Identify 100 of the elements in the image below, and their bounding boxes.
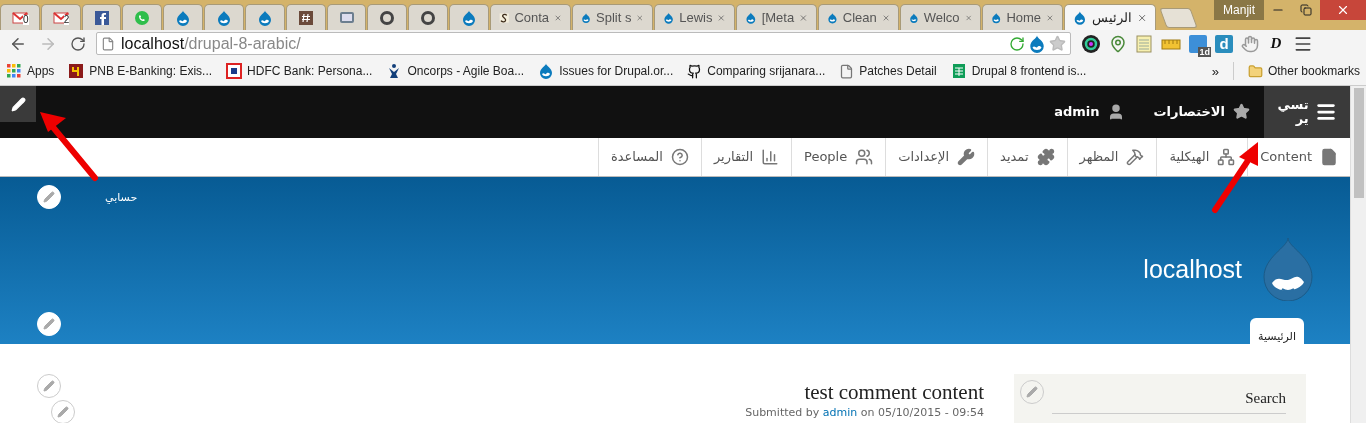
hammer-icon bbox=[1126, 147, 1145, 166]
bookmark-link[interactable]: Comparing srijanara... bbox=[687, 63, 826, 79]
browser-tab[interactable] bbox=[449, 4, 489, 30]
calendar-badge: 1d bbox=[1198, 46, 1211, 57]
tab-title: الرئيس bbox=[1091, 10, 1132, 25]
account-link[interactable]: حسابي bbox=[105, 190, 138, 204]
mail-icon bbox=[52, 9, 69, 26]
bookmark-star-icon[interactable] bbox=[1049, 35, 1066, 52]
browser-tab[interactable]: الرئيس bbox=[1063, 4, 1156, 30]
browser-tab[interactable]: Clean bbox=[817, 4, 899, 30]
tray-link[interactable]: الإعدادات bbox=[885, 137, 988, 177]
browser-tab[interactable] bbox=[81, 4, 122, 30]
manage-button[interactable]: تسي ير bbox=[1264, 86, 1350, 138]
drop-icon bbox=[256, 9, 273, 26]
tray-link[interactable]: التقارير bbox=[700, 137, 792, 177]
pencil-icon bbox=[10, 96, 26, 112]
scrollbar[interactable] bbox=[1350, 86, 1366, 423]
bookmark-link[interactable]: PNB E-Banking: Exis... bbox=[68, 63, 213, 79]
browser-tab[interactable] bbox=[326, 4, 367, 30]
wrench-icon bbox=[957, 147, 976, 166]
drop-icon bbox=[461, 9, 477, 26]
extension-button[interactable]: d bbox=[1215, 34, 1233, 53]
drop-icon bbox=[216, 9, 233, 26]
notepad-icon[interactable] bbox=[1135, 34, 1153, 53]
block-title: Search bbox=[1052, 390, 1286, 414]
browser-tab[interactable]: Conta bbox=[489, 4, 571, 30]
ring-icon bbox=[420, 9, 437, 26]
more-bookmarks-button[interactable]: » bbox=[1211, 63, 1219, 79]
pencil-icon bbox=[43, 318, 55, 330]
hash-icon bbox=[297, 9, 314, 26]
lens-icon[interactable] bbox=[1081, 33, 1101, 54]
scrollbar-thumb[interactable] bbox=[1353, 88, 1364, 198]
browser-tab[interactable] bbox=[244, 4, 285, 30]
facebook-icon bbox=[93, 9, 110, 26]
browser-tab[interactable]: Split s bbox=[571, 4, 653, 30]
bar-chart-icon bbox=[761, 147, 780, 166]
ring-icon bbox=[379, 9, 396, 26]
annotation-arrow bbox=[1212, 142, 1258, 213]
pencil-icon bbox=[43, 191, 55, 204]
tab-title: [Meta bbox=[761, 10, 795, 25]
annotation-arrow bbox=[40, 112, 98, 181]
square-logo-icon bbox=[226, 63, 243, 79]
people-icon bbox=[855, 147, 874, 166]
bookmark-link[interactable]: Apps bbox=[6, 63, 55, 79]
bookmark-link[interactable]: Patches Detail bbox=[839, 63, 937, 79]
tray-link[interactable]: المظهر bbox=[1066, 137, 1157, 177]
shortcuts-link[interactable]: الاختصارات bbox=[1139, 86, 1264, 138]
puzzle-icon bbox=[1036, 147, 1055, 166]
tab-title: Lewis bbox=[679, 10, 713, 25]
url-host: localhost bbox=[121, 34, 185, 53]
submitted-text: Submitted by admin on 05/10/2015 - 09:54 bbox=[745, 406, 984, 419]
pin-icon[interactable] bbox=[1109, 34, 1127, 53]
tab-badge: 2 bbox=[63, 15, 70, 25]
bookmark-link[interactable]: HDFC Bank: Persona... bbox=[226, 63, 373, 79]
star-icon bbox=[1233, 103, 1250, 121]
apps-grid-icon bbox=[6, 63, 22, 79]
browser-tab[interactable] bbox=[408, 4, 449, 30]
browser-tab[interactable]: Home bbox=[981, 4, 1063, 30]
site-name[interactable]: localhost bbox=[1143, 254, 1242, 284]
extension-button[interactable]: D bbox=[1267, 34, 1285, 53]
tray-link[interactable]: المساعدة bbox=[597, 137, 701, 177]
browser-tab[interactable] bbox=[367, 4, 408, 30]
url-path: /drupal-8-arabic/ bbox=[184, 34, 301, 53]
file-icon bbox=[839, 63, 855, 79]
tray-link[interactable]: People bbox=[791, 137, 886, 177]
browser-tab[interactable]: 0 bbox=[0, 4, 40, 30]
browser-tab[interactable] bbox=[204, 4, 244, 30]
tray-link[interactable]: تمديد bbox=[987, 137, 1067, 177]
pencil-icon bbox=[57, 406, 69, 418]
close-button[interactable] bbox=[1320, 0, 1366, 20]
drop-icon bbox=[538, 63, 555, 79]
square-logo-icon bbox=[68, 63, 85, 79]
sitemap-icon bbox=[1217, 147, 1236, 166]
user-link[interactable]: admin bbox=[1040, 86, 1140, 138]
browser-tab[interactable]: Lewis bbox=[653, 4, 735, 30]
browser-tab[interactable]: [Meta bbox=[735, 4, 817, 30]
reload-icon bbox=[70, 35, 86, 52]
bookmark-link[interactable]: Oncorps - Agile Boa... bbox=[386, 63, 525, 79]
browser-tab[interactable] bbox=[163, 4, 204, 30]
drop-icon bbox=[175, 9, 192, 26]
browser-tab[interactable] bbox=[285, 4, 326, 30]
github-icon bbox=[687, 63, 703, 79]
hand-icon[interactable] bbox=[1241, 34, 1259, 53]
help-icon bbox=[670, 147, 689, 166]
new-tab-button[interactable] bbox=[1159, 8, 1198, 28]
bookmark-link[interactable]: Issues for Drupal.or... bbox=[538, 63, 674, 79]
profile-button[interactable]: Manjit bbox=[1214, 0, 1265, 20]
address-bar[interactable]: localhost/drupal-8-arabic/ bbox=[96, 32, 1071, 55]
bookmark-folder[interactable]: Other bookmarks bbox=[1247, 63, 1360, 79]
bookmark-link[interactable]: Drupal 8 frontend is... bbox=[950, 63, 1087, 79]
chat-bubble-icon bbox=[134, 9, 151, 26]
author-link[interactable]: admin bbox=[822, 406, 858, 419]
page-icon bbox=[101, 36, 115, 51]
monitor-icon bbox=[338, 9, 355, 26]
browser-tab[interactable]: 2 bbox=[40, 4, 81, 30]
sync-icon[interactable] bbox=[1009, 35, 1025, 52]
edit-toggle-button[interactable] bbox=[0, 86, 36, 122]
browser-tab[interactable]: Welco bbox=[899, 4, 981, 30]
article-title[interactable]: test comment content bbox=[804, 380, 984, 405]
drop-logo[interactable] bbox=[1260, 237, 1316, 302]
